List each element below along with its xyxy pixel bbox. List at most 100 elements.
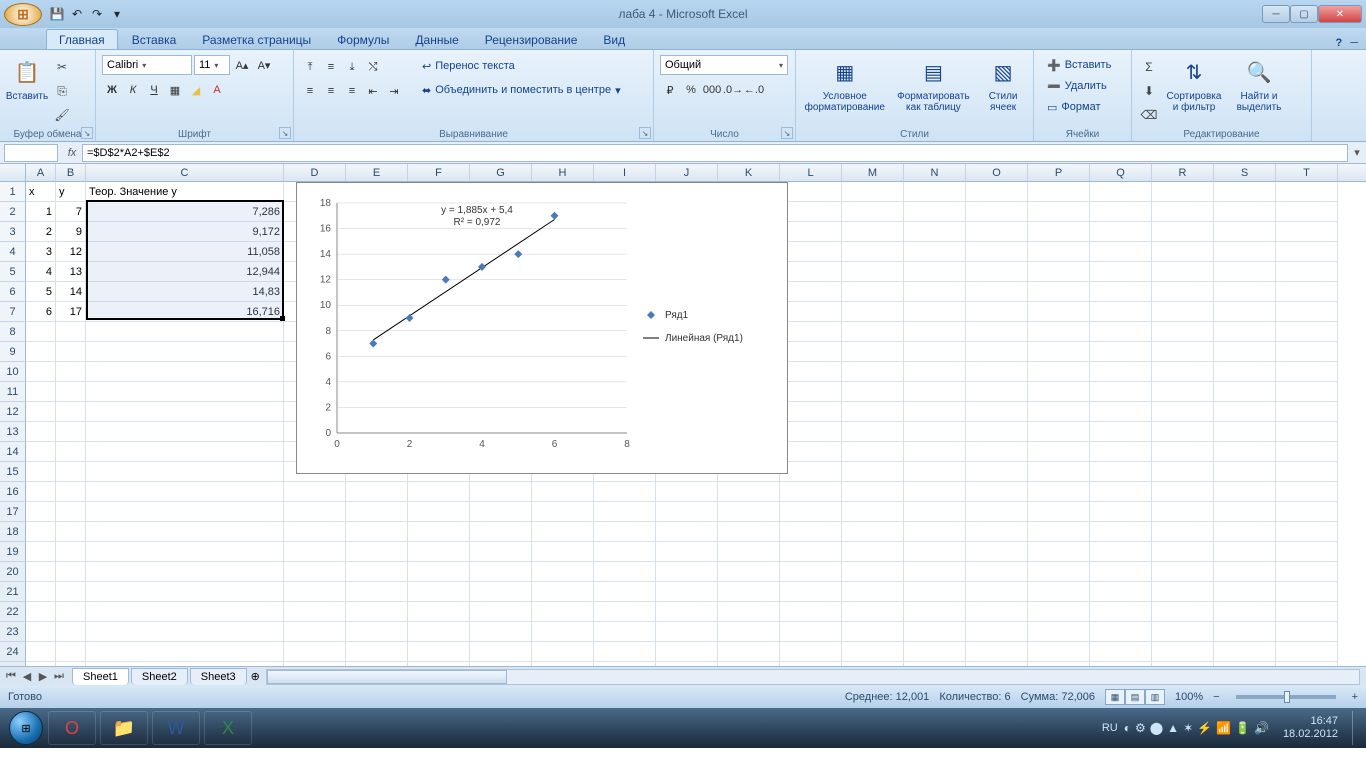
cell[interactable]	[470, 582, 532, 602]
cell[interactable]: 9	[56, 222, 86, 242]
cell[interactable]	[1090, 622, 1152, 642]
task-opera[interactable]: O	[48, 711, 96, 745]
number-format-combo[interactable]: Общий▾	[660, 55, 788, 75]
cell[interactable]	[532, 502, 594, 522]
cell[interactable]	[1276, 602, 1338, 622]
zoom-in-icon[interactable]: +	[1352, 691, 1358, 703]
cell[interactable]	[1214, 582, 1276, 602]
cell[interactable]: 7	[56, 202, 86, 222]
cell[interactable]	[1276, 502, 1338, 522]
cell[interactable]	[1214, 442, 1276, 462]
undo-icon[interactable]: ↶	[68, 5, 86, 23]
cell[interactable]	[904, 662, 966, 666]
cell[interactable]	[966, 582, 1028, 602]
cell[interactable]	[26, 462, 56, 482]
decrease-decimal-icon[interactable]: ←.0	[744, 80, 764, 100]
cell[interactable]	[966, 442, 1028, 462]
cell[interactable]	[904, 382, 966, 402]
cell[interactable]: 14	[56, 282, 86, 302]
cell[interactable]	[904, 342, 966, 362]
cell[interactable]	[1152, 322, 1214, 342]
cell[interactable]	[718, 602, 780, 622]
cell[interactable]	[284, 642, 346, 662]
row-header[interactable]: 15	[0, 462, 26, 482]
cell[interactable]	[1214, 322, 1276, 342]
cell[interactable]	[1276, 362, 1338, 382]
cell[interactable]	[56, 402, 86, 422]
cell[interactable]: 3	[26, 242, 56, 262]
cell[interactable]	[656, 602, 718, 622]
underline-button[interactable]: Ч	[144, 80, 164, 100]
cell[interactable]	[966, 262, 1028, 282]
cell[interactable]	[842, 322, 904, 342]
cell[interactable]	[1214, 202, 1276, 222]
cell[interactable]	[86, 322, 284, 342]
cell[interactable]	[532, 522, 594, 542]
cell[interactable]	[966, 282, 1028, 302]
cell[interactable]	[656, 502, 718, 522]
cell[interactable]	[966, 462, 1028, 482]
cell[interactable]	[594, 482, 656, 502]
cell[interactable]	[1028, 562, 1090, 582]
cell[interactable]	[780, 562, 842, 582]
cell[interactable]	[1028, 642, 1090, 662]
cell[interactable]	[284, 622, 346, 642]
cell[interactable]	[1090, 582, 1152, 602]
format-painter-icon[interactable]: 🖌	[51, 104, 73, 126]
cell[interactable]	[1276, 542, 1338, 562]
cell[interactable]	[966, 322, 1028, 342]
cell[interactable]	[532, 542, 594, 562]
cell[interactable]	[284, 582, 346, 602]
cell[interactable]	[26, 502, 56, 522]
col-header-S[interactable]: S	[1214, 164, 1276, 181]
cell[interactable]	[1152, 442, 1214, 462]
italic-button[interactable]: К	[123, 80, 143, 100]
cell[interactable]	[966, 522, 1028, 542]
cell[interactable]	[1028, 522, 1090, 542]
cell[interactable]	[532, 622, 594, 642]
col-header-D[interactable]: D	[284, 164, 346, 181]
cell[interactable]	[1214, 542, 1276, 562]
cell[interactable]	[56, 362, 86, 382]
cell[interactable]	[1152, 622, 1214, 642]
formula-input[interactable]: =$D$2*A2+$E$2	[82, 144, 1348, 162]
cell[interactable]	[86, 542, 284, 562]
col-header-L[interactable]: L	[780, 164, 842, 181]
sheet-tab-1[interactable]: Sheet1	[72, 668, 129, 685]
cell[interactable]	[56, 622, 86, 642]
cell[interactable]	[842, 602, 904, 622]
cell[interactable]	[904, 602, 966, 622]
cell[interactable]	[1028, 502, 1090, 522]
cell[interactable]	[1090, 362, 1152, 382]
cell[interactable]	[842, 222, 904, 242]
cell[interactable]	[408, 522, 470, 542]
clear-icon[interactable]: ⌫	[1138, 104, 1160, 126]
cell[interactable]	[1152, 462, 1214, 482]
cell[interactable]: 5	[26, 282, 56, 302]
cell[interactable]	[1152, 582, 1214, 602]
col-header-E[interactable]: E	[346, 164, 408, 181]
qat-dropdown-icon[interactable]: ▾	[108, 5, 126, 23]
increase-indent-icon[interactable]: ⇥	[384, 81, 404, 101]
cell[interactable]	[56, 382, 86, 402]
cell[interactable]	[1090, 382, 1152, 402]
align-bottom-icon[interactable]: ⤓	[342, 57, 362, 77]
cell[interactable]	[1152, 422, 1214, 442]
cell[interactable]	[1028, 322, 1090, 342]
cell[interactable]	[470, 622, 532, 642]
cell[interactable]	[532, 482, 594, 502]
tray-icon[interactable]: ✶	[1183, 721, 1193, 735]
cell[interactable]	[86, 642, 284, 662]
cell[interactable]	[842, 502, 904, 522]
cell[interactable]	[346, 542, 408, 562]
cell[interactable]	[470, 662, 532, 666]
row-header[interactable]: 12	[0, 402, 26, 422]
cell[interactable]	[1276, 222, 1338, 242]
cell[interactable]	[656, 662, 718, 666]
cell[interactable]	[1152, 502, 1214, 522]
cell[interactable]	[904, 542, 966, 562]
cell[interactable]	[904, 482, 966, 502]
minimize-ribbon-icon[interactable]: ─	[1350, 37, 1358, 49]
insert-cells-button[interactable]: ➕Вставить	[1040, 55, 1125, 75]
sheet-first-icon[interactable]: ⏮	[4, 670, 18, 683]
